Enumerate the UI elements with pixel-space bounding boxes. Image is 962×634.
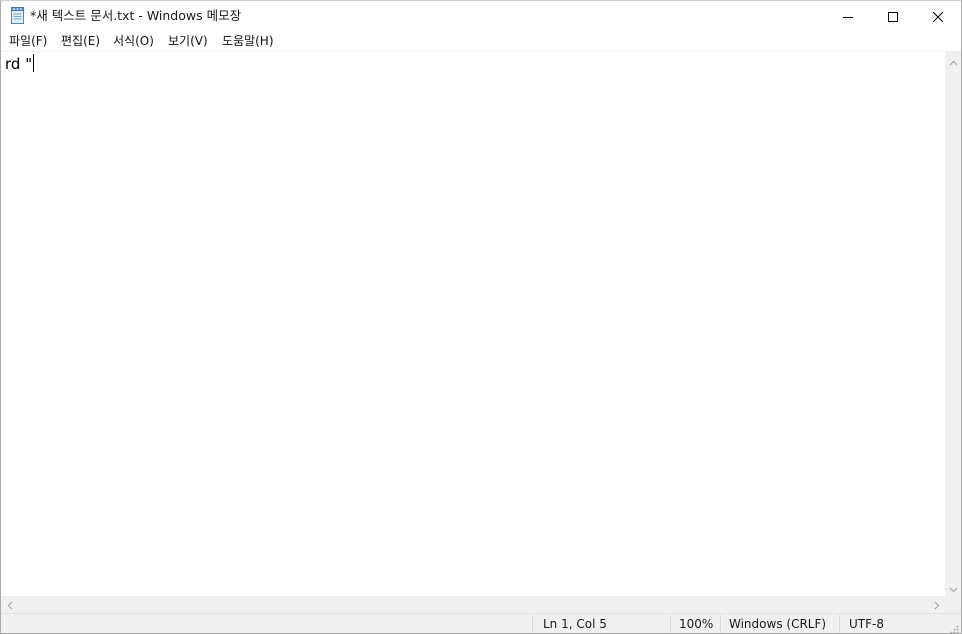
window-title: *새 텍스트 문서.txt - Windows 메모장	[30, 8, 242, 23]
scrollbar-corner	[945, 596, 961, 613]
menu-file[interactable]: 파일(F)	[8, 31, 48, 51]
close-icon	[932, 7, 944, 26]
cursor-position: Ln 1, Col 5	[543, 617, 607, 631]
notepad-window: *새 텍스트 문서.txt - Windows 메모장 파일(F) 편집(E) …	[0, 0, 962, 634]
editor-content-line[interactable]: rd "	[5, 54, 35, 74]
minimize-button[interactable]	[825, 1, 871, 31]
scroll-right-button[interactable]	[928, 596, 945, 613]
horizontal-scrollbar[interactable]	[1, 596, 945, 613]
text-caret	[33, 54, 35, 72]
maximize-button[interactable]	[870, 1, 916, 31]
scroll-up-button[interactable]	[945, 51, 961, 70]
line-ending: Windows (CRLF)	[729, 617, 827, 631]
status-divider	[532, 615, 533, 633]
scroll-down-button[interactable]	[945, 578, 961, 597]
editor-content[interactable]: rd "	[5, 55, 32, 73]
chevron-down-icon	[949, 578, 958, 597]
menu-edit[interactable]: 편집(E)	[60, 31, 101, 51]
vertical-scrollbar[interactable]	[945, 51, 961, 597]
zoom-level: 100%	[679, 617, 714, 631]
text-editor[interactable]: rd "	[1, 52, 945, 596]
maximize-icon	[888, 7, 898, 26]
chevron-left-icon	[7, 595, 13, 614]
menu-format[interactable]: 서식(O)	[112, 31, 155, 51]
status-divider	[720, 615, 721, 633]
chevron-right-icon	[934, 595, 940, 614]
minimize-icon	[843, 7, 853, 26]
title-bar[interactable]: *새 텍스트 문서.txt - Windows 메모장	[1, 1, 961, 31]
scroll-left-button[interactable]	[1, 596, 18, 613]
chevron-up-icon	[949, 51, 958, 70]
status-divider	[670, 615, 671, 633]
encoding: UTF-8	[849, 617, 884, 631]
close-button[interactable]	[915, 1, 961, 31]
menu-bar: 파일(F) 편집(E) 서식(O) 보기(V) 도움말(H)	[1, 31, 961, 52]
menu-help[interactable]: 도움말(H)	[221, 31, 275, 51]
resize-grip-icon[interactable]	[949, 623, 959, 633]
status-divider	[839, 615, 840, 633]
menu-view[interactable]: 보기(V)	[167, 31, 209, 51]
notepad-icon[interactable]	[10, 7, 25, 24]
status-bar: Ln 1, Col 5 100% Windows (CRLF) UTF-8	[1, 613, 961, 633]
